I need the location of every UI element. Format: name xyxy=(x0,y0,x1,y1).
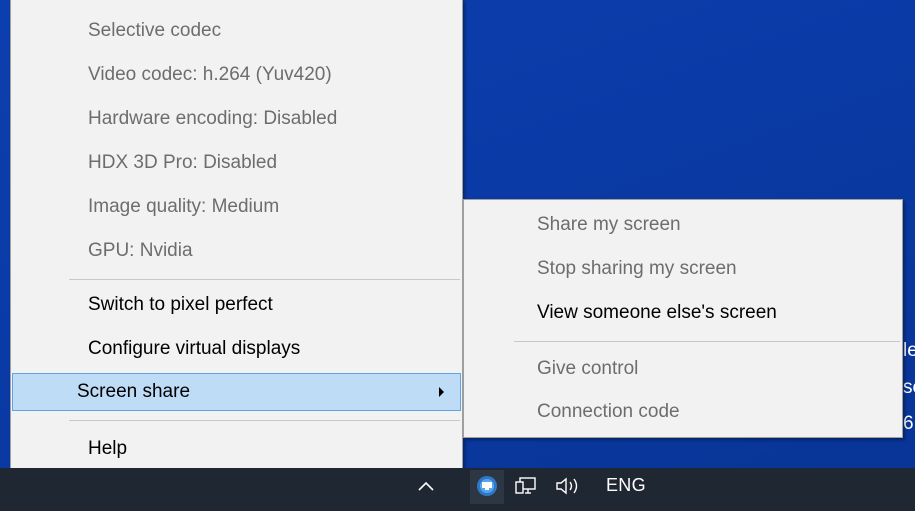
taskbar xyxy=(0,468,915,511)
context-menu: Selective codec Video codec: h.264 (Yuv4… xyxy=(10,0,463,473)
menu-item-help[interactable]: Help xyxy=(11,432,462,466)
menu-item-screen-share[interactable]: Screen share xyxy=(12,373,461,411)
menu-item-label: Image quality: Medium xyxy=(88,196,280,217)
menu-item-label: Connection code xyxy=(537,401,680,422)
menu-item-stop-sharing: Stop sharing my screen xyxy=(464,252,902,286)
chevron-up-icon[interactable] xyxy=(412,468,440,503)
menu-item-label: Screen share xyxy=(77,381,191,402)
menu-item-hardware-encoding: Hardware encoding: Disabled xyxy=(11,102,462,136)
menu-item-label: GPU: Nvidia xyxy=(88,240,193,261)
menu-item-configure-virtual-displays[interactable]: Configure virtual displays xyxy=(11,332,462,366)
citrix-receiver-icon[interactable] xyxy=(472,468,502,503)
menu-item-label: Share my screen xyxy=(537,214,681,235)
menu-item-label: View someone else's screen xyxy=(537,302,777,323)
screen-share-submenu: Share my screen Stop sharing my screen V… xyxy=(463,199,903,438)
menu-item-gpu: GPU: Nvidia xyxy=(11,234,462,268)
menu-separator xyxy=(69,279,460,280)
language-indicator[interactable]: ENG xyxy=(606,468,646,503)
menu-item-switch-pixel-perfect[interactable]: Switch to pixel perfect xyxy=(11,288,462,322)
speaker-icon[interactable] xyxy=(552,468,586,503)
desktop-label-fragment: le xyxy=(903,340,915,361)
menu-item-video-codec: Video codec: h.264 (Yuv420) xyxy=(11,58,462,92)
menu-item-label: Give control xyxy=(537,358,639,379)
screen: le se 6 Selective codec Video codec: h.2… xyxy=(0,0,915,511)
menu-item-selective-codec: Selective codec xyxy=(11,14,462,48)
menu-item-give-control: Give control xyxy=(464,352,902,386)
menu-separator xyxy=(514,341,900,342)
menu-item-share-my-screen: Share my screen xyxy=(464,208,902,242)
menu-item-label: HDX 3D Pro: Disabled xyxy=(88,152,278,173)
network-icon[interactable] xyxy=(510,468,542,503)
menu-item-view-someone-elses-screen[interactable]: View someone else's screen xyxy=(464,296,902,330)
submenu-arrow-icon xyxy=(439,387,444,397)
menu-item-label: Hardware encoding: Disabled xyxy=(88,108,338,129)
menu-item-connection-code: Connection code xyxy=(464,395,902,429)
menu-item-label: Stop sharing my screen xyxy=(537,258,737,279)
desktop-label-fragment: se xyxy=(903,377,915,398)
menu-item-label: Help xyxy=(88,438,128,459)
menu-item-hdx-3d-pro: HDX 3D Pro: Disabled xyxy=(11,146,462,180)
menu-item-label: Switch to pixel perfect xyxy=(88,294,273,315)
desktop-label-fragment: 6 xyxy=(903,413,914,434)
menu-item-label: Configure virtual displays xyxy=(88,338,301,359)
menu-item-label: Video codec: h.264 (Yuv420) xyxy=(88,64,332,85)
menu-item-label: Selective codec xyxy=(88,20,222,41)
menu-separator xyxy=(69,420,460,421)
menu-item-image-quality: Image quality: Medium xyxy=(11,190,462,224)
